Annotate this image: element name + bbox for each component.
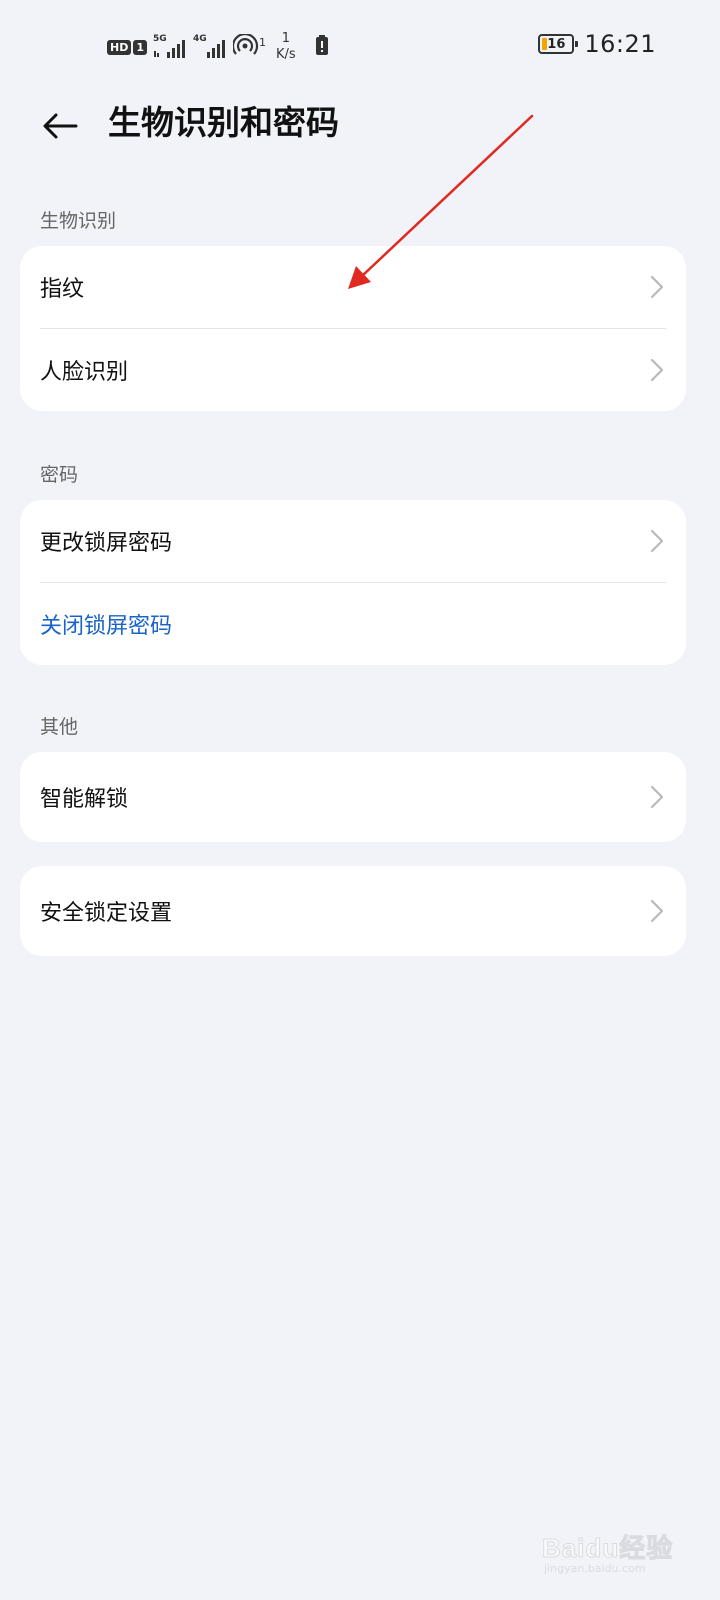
watermark-url: jingyan.baidu.com	[544, 1562, 646, 1575]
card-security-lock: 安全锁定设置	[20, 866, 686, 956]
list-item-label: 更改锁屏密码	[40, 531, 173, 556]
watermark-brand: Baidu经验	[541, 1533, 674, 1564]
chevron-right-icon	[650, 529, 664, 553]
list-item-change-lock-password[interactable]: 更改锁屏密码	[20, 500, 686, 582]
signal-5g-icon: 5G	[153, 34, 187, 58]
list-item-label: 智能解锁	[40, 787, 129, 812]
speed-unit: K/s	[276, 47, 296, 62]
disable-lock-password-button[interactable]: 关闭锁屏密码	[20, 583, 686, 665]
chevron-right-icon	[650, 785, 664, 809]
battery-level: 16	[547, 36, 566, 52]
list-item-label: 安全锁定设置	[40, 901, 173, 926]
hotspot-icon: 1	[233, 34, 266, 58]
arrow-left-icon	[43, 113, 78, 139]
status-icons-left: HD 1 5G 4G 1 1 K/s	[107, 31, 328, 63]
list-item-security-lock-settings[interactable]: 安全锁定设置	[20, 866, 686, 956]
status-icons-right: 16 16:21	[538, 30, 656, 58]
list-item-smart-unlock[interactable]: 智能解锁	[20, 752, 686, 842]
hd-voice-icon: HD 1	[107, 39, 147, 55]
section-header-other: 其他	[40, 716, 79, 738]
section-header-password: 密码	[40, 464, 79, 486]
clock: 16:21	[584, 30, 656, 58]
list-item-face-recognition[interactable]: 人脸识别	[20, 329, 686, 411]
battery-icon: 16	[538, 34, 579, 54]
app-bar: 生物识别和密码	[0, 90, 720, 160]
battery-alert-icon	[315, 35, 328, 59]
speed-value: 1	[281, 31, 290, 46]
list-item-fingerprint[interactable]: 指纹	[20, 246, 686, 328]
card-password: 更改锁屏密码 关闭锁屏密码	[20, 500, 686, 665]
list-item-label: 人脸识别	[40, 360, 129, 385]
signal-4g-icon: 4G	[193, 34, 227, 58]
list-item-label: 关闭锁屏密码	[40, 614, 173, 639]
sim-label: 1	[133, 39, 147, 55]
page-title: 生物识别和密码	[108, 103, 339, 142]
back-button[interactable]	[36, 102, 84, 150]
card-biometrics: 指纹 人脸识别	[20, 246, 686, 411]
section-header-biometrics: 生物识别	[40, 210, 117, 232]
watermark-logo: Baidu经验 jingyan.baidu.com	[540, 1518, 680, 1578]
chevron-right-icon	[650, 899, 664, 923]
list-item-label: 指纹	[40, 277, 85, 302]
status-bar: HD 1 5G 4G 1 1 K/s 16 16:21	[0, 0, 720, 90]
network-type-5g: 5G	[153, 34, 167, 44]
network-type-4g: 4G	[193, 34, 207, 44]
network-speed: 1 K/s	[276, 31, 296, 63]
card-other: 智能解锁	[20, 752, 686, 842]
chevron-right-icon	[650, 358, 664, 382]
chevron-right-icon	[650, 275, 664, 299]
hotspot-count: 1	[259, 36, 266, 49]
hd-label: HD	[107, 39, 132, 55]
